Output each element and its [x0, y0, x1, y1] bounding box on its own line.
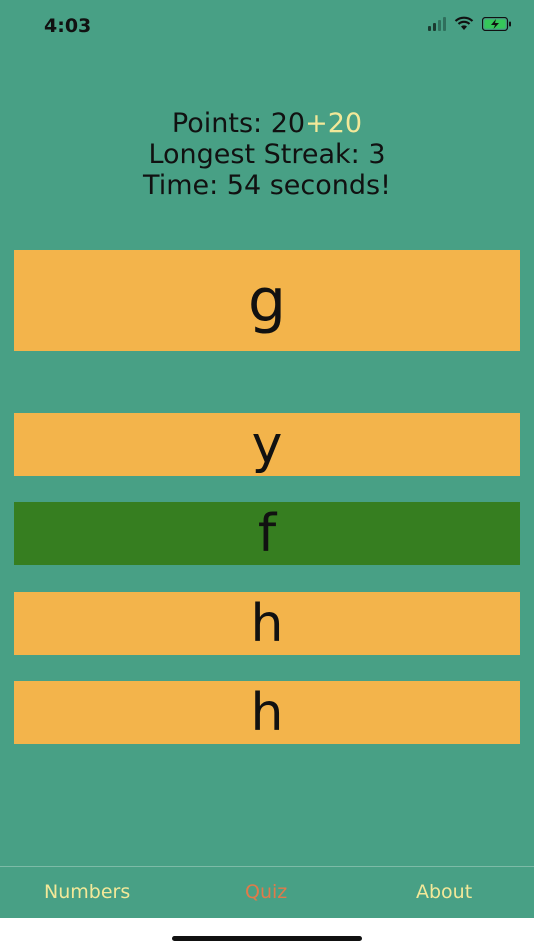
question-card: ց: [14, 250, 520, 351]
question-glyph: ց: [248, 265, 286, 336]
tab-numbers[interactable]: Numbers: [44, 881, 130, 903]
status-icons: [428, 16, 512, 31]
answer-button-4[interactable]: h: [14, 681, 520, 744]
points-label: Points:: [171, 108, 271, 139]
home-indicator-area: [0, 918, 534, 950]
points-value: 20: [270, 108, 306, 139]
answer-button-1[interactable]: y: [14, 413, 520, 476]
elapsed-time: Time: 54 seconds!: [143, 170, 391, 201]
cellular-signal-icon: [428, 16, 446, 31]
status-bar: 4:03: [0, 0, 534, 54]
tab-bar: Numbers Quiz About: [0, 866, 534, 919]
tab-quiz[interactable]: Quiz: [245, 881, 287, 903]
points-bonus: +20: [305, 108, 363, 139]
answer-label: f: [257, 503, 277, 564]
tab-about[interactable]: About: [416, 881, 472, 903]
points-line: Points: 20+20: [0, 108, 534, 139]
wifi-icon: [454, 16, 474, 30]
answer-button-3[interactable]: h: [14, 592, 520, 655]
answer-label: y: [251, 414, 283, 475]
battery-charging-icon: [482, 16, 511, 31]
answer-label: h: [250, 593, 284, 654]
longest-streak: Longest Streak: 3: [148, 139, 386, 170]
home-indicator[interactable]: [172, 936, 362, 941]
answer-button-2[interactable]: f: [14, 502, 520, 565]
score-panel: Points: 20+20 Longest Streak: 3 Time: 54…: [0, 108, 534, 201]
answer-label: h: [250, 682, 284, 743]
status-time: 4:03: [44, 15, 92, 37]
